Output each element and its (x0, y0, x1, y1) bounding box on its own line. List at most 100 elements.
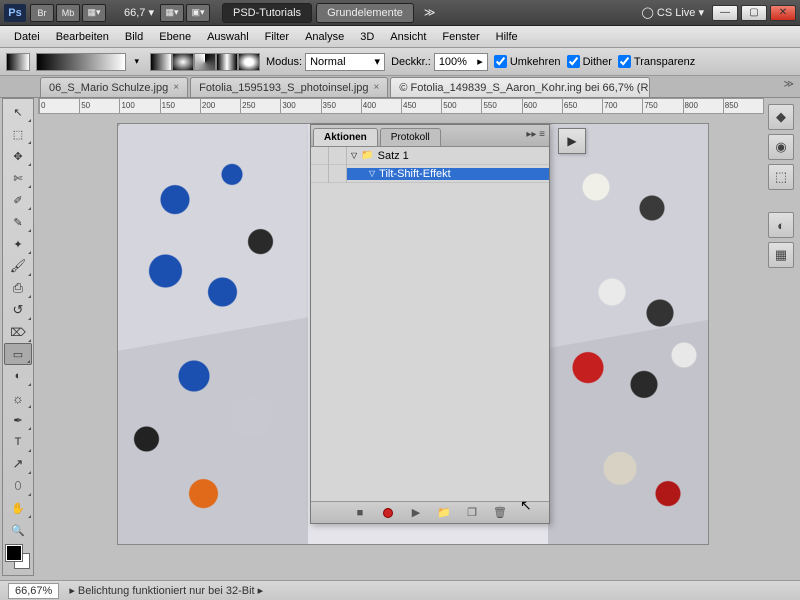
mode-dropdown[interactable]: Normal▾ (305, 53, 385, 71)
folder-icon: 📁 (361, 150, 373, 161)
stop-button[interactable]: ■ (353, 506, 367, 520)
transparency-checkbox[interactable] (618, 55, 631, 68)
healing-tool[interactable]: ✦ (4, 233, 32, 255)
new-set-button[interactable]: 📁 (437, 506, 451, 520)
gradient-diamond-button[interactable] (238, 53, 260, 71)
dodge-tool[interactable]: ☼ (4, 387, 32, 409)
menu-ansicht[interactable]: Ansicht (382, 28, 434, 46)
blur-tool[interactable]: ◐ (4, 365, 32, 387)
history-brush-tool[interactable]: ↺ (4, 299, 32, 321)
status-info[interactable]: ▸ Belichtung funktioniert nur bei 32-Bit… (69, 584, 263, 597)
gradient-reflected-button[interactable] (216, 53, 238, 71)
transparency-checkbox-label[interactable]: Transparenz (618, 55, 695, 68)
actions-play-large-button[interactable]: ▶ (558, 128, 586, 154)
document-tab[interactable]: Fotolia_1595193_S_photoinsel.jpg× (190, 77, 388, 97)
window-minimize-button[interactable]: — (712, 5, 738, 21)
minibridge-button[interactable]: Mb (56, 4, 80, 22)
menu-filter[interactable]: Filter (257, 28, 297, 46)
panel-menu-icon[interactable]: ▸▸ ≡ (526, 129, 545, 140)
disclosure-triangle-icon[interactable]: ▽ (369, 169, 375, 178)
bridge-button[interactable]: Br (30, 4, 54, 22)
close-tab-icon[interactable]: × (374, 82, 380, 93)
reverse-checkbox-label[interactable]: Umkehren (494, 55, 561, 68)
zoom-level-display[interactable]: 66,7 ▾ (124, 6, 154, 19)
action-row-selected[interactable]: ▽ Tilt-Shift-Effekt (311, 165, 549, 183)
eyedropper-tool[interactable]: ✎ (4, 211, 32, 233)
clone-stamp-tool[interactable]: ⎙ (4, 277, 32, 299)
menu-fenster[interactable]: Fenster (434, 28, 487, 46)
document-tabs: 06_S_Mario Schulze.jpg× Fotolia_1595193_… (0, 76, 800, 98)
workspace-grundelemente[interactable]: Grundelemente (316, 3, 414, 23)
window-maximize-button[interactable]: ▢ (741, 5, 767, 21)
gradient-picker[interactable] (36, 53, 126, 71)
tab-protokoll[interactable]: Protokoll (380, 128, 441, 146)
menu-auswahl[interactable]: Auswahl (199, 28, 257, 46)
play-button[interactable]: ▶ (409, 506, 423, 520)
crop-tool[interactable]: ✐ (4, 189, 32, 211)
shape-tool[interactable]: ⬯ (4, 475, 32, 497)
dock-icon[interactable]: ⬚ (768, 164, 794, 190)
hand-tool[interactable]: ✋ (4, 497, 32, 519)
menu-bearbeiten[interactable]: Bearbeiten (48, 28, 117, 46)
close-tab-icon[interactable]: × (173, 82, 179, 93)
dock-icon[interactable]: ◐ (768, 212, 794, 238)
horizontal-ruler[interactable]: 0501001502002503003504004505005506006507… (38, 98, 764, 114)
tool-preset-picker[interactable] (6, 53, 30, 71)
window-close-button[interactable]: ✕ (770, 5, 796, 21)
cs-live-button[interactable]: ◯ CS Live ▾ (642, 6, 704, 19)
brush-tool[interactable]: 🖌 (4, 255, 32, 277)
menu-hilfe[interactable]: Hilfe (488, 28, 526, 46)
workspace-more-icon[interactable]: ≫ (424, 6, 436, 19)
tab-overflow-icon[interactable]: ≫ (784, 79, 794, 90)
pen-tool[interactable]: ✒ (4, 409, 32, 431)
workspace-psd-tutorials[interactable]: PSD-Tutorials (222, 3, 312, 23)
arrange-docs-button[interactable]: ▦▾ (160, 4, 184, 22)
dither-checkbox[interactable] (567, 55, 580, 68)
options-bar: Modus: Normal▾ Deckkr.: 100%▸ Umkehren D… (0, 48, 800, 76)
lasso-tool[interactable]: ✥ (4, 145, 32, 167)
marquee-tool[interactable]: ⬚ (4, 123, 32, 145)
action-name-label: Tilt-Shift-Effekt (379, 168, 451, 180)
application-bar: Ps Br Mb ▦▾ 66,7 ▾ ▦▾ ▣▾ PSD-Tutorials G… (0, 0, 800, 26)
new-action-button[interactable]: ❐ (465, 506, 479, 520)
eraser-tool[interactable]: ⌦ (4, 321, 32, 343)
delete-button[interactable]: 🗑 (493, 506, 507, 520)
screen-mode-button[interactable]: ▣▾ (186, 4, 210, 22)
photo-region-right (548, 124, 708, 544)
gradient-linear-button[interactable] (150, 53, 172, 71)
panel-tab-strip: Aktionen Protokoll ▸▸ ≡ (311, 125, 549, 147)
view-extras-button[interactable]: ▦▾ (82, 4, 106, 22)
quick-select-tool[interactable]: ✄ (4, 167, 32, 189)
zoom-tool[interactable]: 🔍 (4, 519, 32, 541)
gradient-tool[interactable]: ▭ (4, 343, 32, 365)
gradient-radial-button[interactable] (172, 53, 194, 71)
opacity-field[interactable]: 100%▸ (434, 53, 488, 71)
move-tool[interactable]: ↖ (4, 101, 32, 123)
tab-aktionen[interactable]: Aktionen (313, 128, 378, 146)
document-tab-active[interactable]: © Fotolia_149839_S_Aaron_Kohr.ing bei 66… (390, 77, 650, 97)
dither-checkbox-label[interactable]: Dither (567, 55, 612, 68)
dock-icon[interactable]: ◆ (768, 104, 794, 130)
menu-analyse[interactable]: Analyse (297, 28, 352, 46)
disclosure-triangle-icon[interactable]: ▽ (351, 151, 357, 160)
menu-3d[interactable]: 3D (352, 28, 382, 46)
right-panel-dock: ◆ ◉ ⬚ ◐ ▦ (768, 98, 798, 268)
menu-bild[interactable]: Bild (117, 28, 151, 46)
actions-list[interactable]: ▽📁Satz 1 ▽Tilt-Shift-Effekt (311, 147, 549, 501)
status-zoom-field[interactable]: 66,67% (8, 583, 59, 599)
color-swatch[interactable] (6, 545, 30, 569)
document-tab[interactable]: 06_S_Mario Schulze.jpg× (40, 77, 188, 97)
dock-icon[interactable]: ◉ (768, 134, 794, 160)
gradient-angle-button[interactable] (194, 53, 216, 71)
record-button[interactable] (381, 506, 395, 520)
dock-icon[interactable]: ▦ (768, 242, 794, 268)
path-select-tool[interactable]: ↗ (4, 453, 32, 475)
action-set-row[interactable]: ▽📁Satz 1 (311, 147, 549, 165)
menu-ebene[interactable]: Ebene (151, 28, 199, 46)
type-tool[interactable]: T (4, 431, 32, 453)
actions-panel[interactable]: Aktionen Protokoll ▸▸ ≡ ▽📁Satz 1 ▽Tilt-S… (310, 124, 550, 524)
reverse-checkbox[interactable] (494, 55, 507, 68)
status-bar: 66,67% ▸ Belichtung funktioniert nur bei… (0, 580, 800, 600)
photo-region-left (118, 124, 308, 544)
menu-datei[interactable]: Datei (6, 28, 48, 46)
